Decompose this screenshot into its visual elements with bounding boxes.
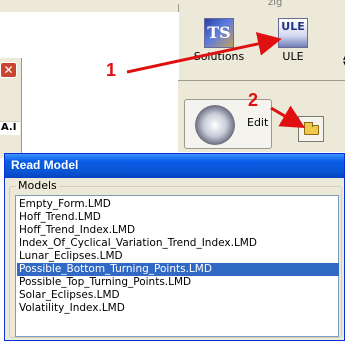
- list-item[interactable]: Lunar_Eclipses.LMD: [17, 250, 339, 263]
- callout-2: 2: [248, 90, 259, 110]
- list-item[interactable]: Volatility_Index.LMD: [17, 302, 339, 315]
- models-groupbox: Models Empty_Form.LMD Hoff_Trend.LMD Hoff_…: [9, 179, 342, 338]
- list-item[interactable]: Possible_Bottom_Turning_Points.LMD: [17, 263, 339, 276]
- dialog-titlebar[interactable]: Read Model: [5, 154, 344, 178]
- list-item[interactable]: Hoff_Trend_Index.LMD: [17, 224, 339, 237]
- read-model-dialog: Read Model Models Empty_Form.LMD Hoff_Tre…: [4, 153, 345, 341]
- list-item[interactable]: Empty_Form.LMD: [17, 198, 339, 211]
- list-item[interactable]: Solar_Eclipses.LMD: [17, 289, 339, 302]
- arrow-to-ule: [126, 32, 282, 74]
- arrow-to-folder: [270, 105, 306, 129]
- list-item[interactable]: Index_Of_Cyclical_Variation_Trend_Index.…: [17, 237, 339, 250]
- callout-1: 1: [106, 60, 117, 80]
- models-list[interactable]: Empty_Form.LMD Hoff_Trend.LMD Hoff_Trend_I…: [15, 195, 339, 337]
- list-item[interactable]: Possible_Top_Turning_Points.LMD: [17, 276, 339, 289]
- dialog-title: Read Model: [11, 158, 79, 172]
- models-label: Models: [16, 179, 59, 192]
- list-item[interactable]: Hoff_Trend.LMD: [17, 211, 339, 224]
